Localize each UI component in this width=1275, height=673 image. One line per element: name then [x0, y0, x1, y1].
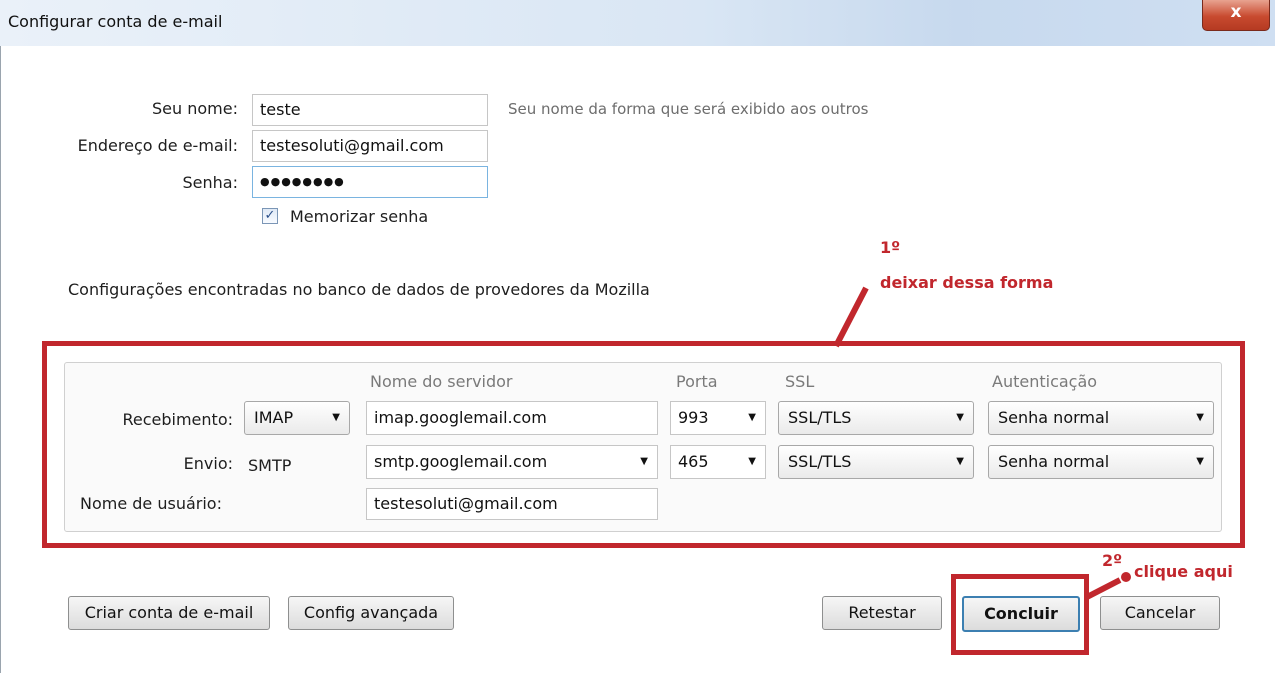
create-account-button[interactable]: Criar conta de e-mail — [68, 596, 270, 630]
window-border — [0, 46, 1, 673]
annotation-box-done — [951, 574, 1089, 655]
annotation-step1-text: deixar dessa forma — [880, 273, 1054, 292]
close-button[interactable]: x — [1202, 0, 1270, 31]
found-settings-text: Configurações encontradas no banco de da… — [68, 280, 650, 299]
annotation-step2-number: 2º — [1102, 551, 1123, 570]
retest-button[interactable]: Retestar — [822, 596, 942, 630]
email-label: Endereço de e-mail: — [77, 136, 238, 155]
remember-password-label[interactable]: Memorizar senha — [290, 207, 428, 226]
cancel-button[interactable]: Cancelar — [1100, 596, 1220, 630]
window-title: Configurar conta de e-mail — [8, 12, 223, 31]
password-input[interactable]: ●●●●●●●● — [252, 166, 488, 198]
email-input[interactable]: testesoluti@gmail.com — [252, 130, 488, 162]
annotation-step2-text: clique aqui — [1134, 562, 1233, 581]
title-bar: Configurar conta de e-mail x — [0, 0, 1275, 46]
annotation-step1-number: 1º — [880, 238, 901, 257]
name-label: Seu nome: — [152, 99, 238, 118]
name-hint: Seu nome da forma que será exibido aos o… — [508, 100, 869, 118]
name-input[interactable]: teste — [252, 94, 488, 126]
advanced-config-button[interactable]: Config avançada — [288, 596, 454, 630]
annotation-box-servers — [42, 341, 1245, 548]
password-label: Senha: — [182, 173, 238, 192]
remember-password-checkbox[interactable]: ✓ — [262, 208, 278, 224]
